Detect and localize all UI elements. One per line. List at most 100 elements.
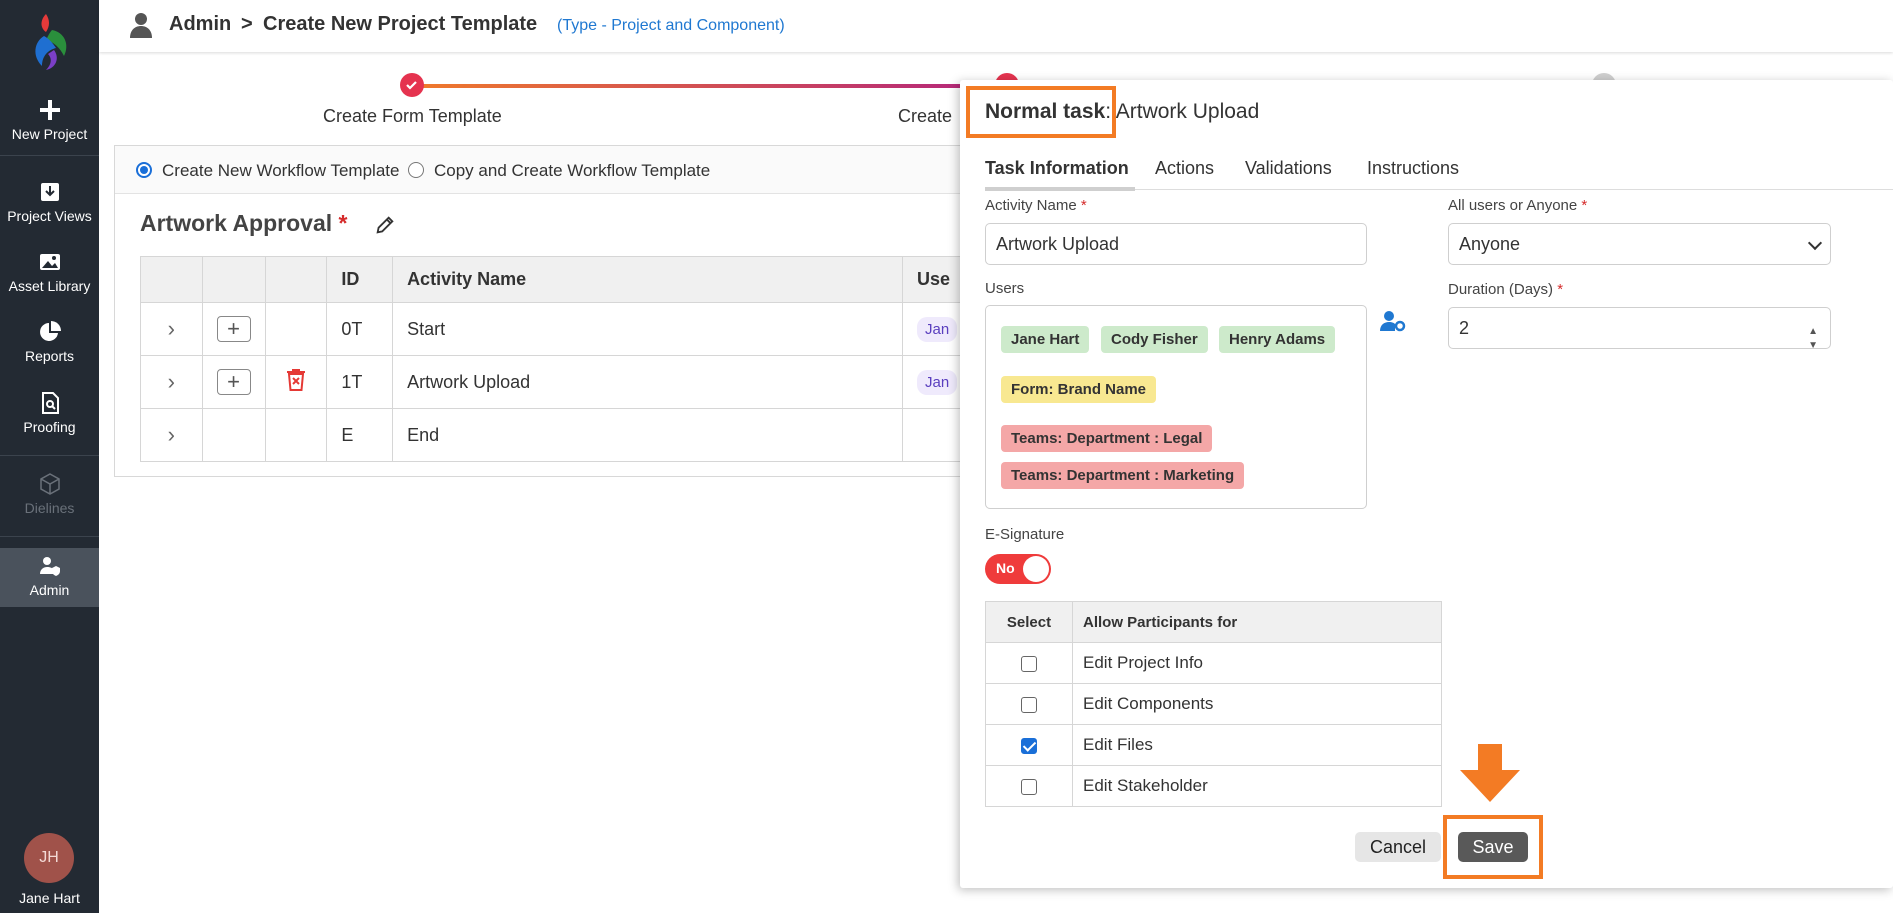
- pencil-icon[interactable]: [374, 214, 396, 236]
- chevron-right-icon[interactable]: ›: [168, 422, 175, 447]
- user-name: Jane Hart: [19, 890, 80, 906]
- table-row: Edit Stakeholder: [985, 765, 1442, 807]
- duration-input[interactable]: 2 ▲ ▼: [1448, 307, 1831, 351]
- document-search-icon: [41, 392, 59, 414]
- table-header-row: Select Allow Participants for: [985, 601, 1442, 643]
- add-activity-button[interactable]: +: [216, 369, 251, 395]
- tab-task-information[interactable]: Task Information: [985, 158, 1129, 179]
- col-allow-participants: Allow Participants for: [1072, 601, 1442, 643]
- nav-label: Project Views: [7, 208, 92, 224]
- duration-value: 2: [1459, 318, 1470, 338]
- checkbox-edit-stakeholder[interactable]: [1021, 778, 1037, 795]
- workflow-title-text: Artwork Approval: [140, 210, 333, 236]
- required-mark: *: [1557, 281, 1564, 298]
- template-type-note: (Type - Project and Component): [557, 17, 785, 34]
- avatar[interactable]: JH: [24, 833, 74, 883]
- workflow-card: Create New Workflow Template Copy and Cr…: [114, 145, 974, 477]
- select-value: Anyone: [1459, 234, 1521, 254]
- users-field[interactable]: Jane Hart Cody Fisher Henry Adams Form: …: [985, 305, 1367, 509]
- label-text: Duration (Days): [1448, 281, 1554, 298]
- task-type-highlight: [966, 86, 1116, 138]
- nav-reports[interactable]: Reports: [0, 320, 99, 364]
- user-icon: [130, 13, 152, 38]
- select-cell: [985, 724, 1073, 766]
- permission-label: Edit Stakeholder: [1072, 765, 1442, 807]
- nav-label: Proofing: [23, 419, 76, 435]
- nav-asset-library[interactable]: Asset Library: [0, 250, 99, 294]
- col-delete: [264, 256, 328, 303]
- checkbox-edit-components[interactable]: [1021, 696, 1037, 713]
- nav-label: Admin: [29, 582, 70, 598]
- add-cell: [201, 408, 266, 462]
- tab-validations[interactable]: Validations: [1245, 158, 1332, 179]
- add-activity-button[interactable]: +: [216, 316, 251, 342]
- add-cell: +: [201, 355, 266, 409]
- form-tag: Form: Brand Name: [1001, 376, 1157, 403]
- spin-down-icon[interactable]: ▼: [1808, 326, 1818, 366]
- arrow-down-icon: [1460, 744, 1520, 802]
- stepper-progress-line: [412, 84, 1002, 88]
- delete-cell: [264, 302, 328, 356]
- table-row: › + 1T Artwork Upload Jan: [140, 355, 974, 409]
- nav-project-views[interactable]: Project Views: [0, 180, 99, 224]
- nav-dielines: Dielines: [0, 472, 99, 516]
- chevron-right-icon[interactable]: ›: [168, 369, 175, 394]
- users-label: Users: [985, 280, 1025, 297]
- active-tab-indicator: [985, 187, 1135, 191]
- col-id: ID: [326, 256, 394, 303]
- add-cell: +: [201, 302, 266, 356]
- select-cell: [985, 765, 1073, 807]
- expand-cell[interactable]: ›: [140, 355, 203, 409]
- cancel-button[interactable]: Cancel: [1355, 832, 1441, 862]
- save-highlight: [1443, 815, 1543, 879]
- trash-icon[interactable]: [286, 368, 306, 392]
- radio-label-create-new[interactable]: Create New Workflow Template: [162, 161, 399, 181]
- breadcrumb-admin[interactable]: Admin: [169, 13, 231, 36]
- duration-label: Duration (Days) *: [1448, 281, 1563, 298]
- radio-label-copy-create[interactable]: Copy and Create Workflow Template: [434, 161, 710, 181]
- chevron-right-icon[interactable]: ›: [168, 316, 175, 341]
- delete-cell: [264, 408, 328, 462]
- row-activity-name: End: [392, 408, 903, 462]
- label-text: All users or Anyone: [1448, 197, 1578, 214]
- table-row: › E End: [140, 408, 974, 462]
- page-title: Create New Project Template: [263, 13, 538, 35]
- select-cell: [985, 642, 1073, 684]
- table-row: Edit Components: [985, 683, 1442, 725]
- image-icon: [39, 254, 60, 270]
- activity-name-input[interactable]: Artwork Upload: [985, 223, 1367, 265]
- expand-cell[interactable]: ›: [140, 408, 203, 462]
- tab-actions[interactable]: Actions: [1155, 158, 1214, 179]
- user-chip: Jan: [916, 369, 958, 395]
- nav-proofing[interactable]: Proofing: [0, 391, 99, 435]
- esignature-toggle[interactable]: No: [985, 554, 1051, 584]
- nav-label: New Project: [11, 126, 88, 142]
- radio-copy-create[interactable]: [408, 162, 424, 178]
- table-row: Edit Project Info: [985, 642, 1442, 684]
- permission-label: Edit Components: [1072, 683, 1442, 725]
- user-tag: Jane Hart: [1001, 326, 1090, 353]
- step-label-workflow: Create: [898, 106, 953, 126]
- user-settings-icon[interactable]: [1380, 310, 1406, 332]
- checkbox-edit-project-info[interactable]: [1021, 655, 1037, 672]
- step-done-icon: [400, 73, 424, 97]
- sidebar: New Project Project Views Asset Library …: [0, 0, 99, 913]
- required-mark: *: [1080, 197, 1087, 214]
- step-label-form: Create Form Template: [323, 106, 502, 126]
- tab-bar: Task Information Actions Validations Ins…: [985, 146, 1893, 191]
- checkbox-edit-files[interactable]: [1021, 737, 1037, 754]
- nav-admin[interactable]: Admin: [0, 548, 99, 607]
- all-users-select[interactable]: Anyone: [1448, 223, 1831, 265]
- cube-icon: [39, 473, 60, 495]
- nav-label: Reports: [24, 348, 75, 364]
- nav-label: Dielines: [24, 500, 75, 516]
- radio-create-new[interactable]: [136, 162, 152, 178]
- pie-chart-icon: [39, 321, 61, 341]
- table-row: › + 0T Start Jan: [140, 302, 974, 356]
- nav-new-project[interactable]: New Project: [0, 98, 99, 142]
- label-text: Activity Name: [985, 197, 1077, 214]
- chevron-down-icon: [1807, 235, 1823, 251]
- expand-cell[interactable]: ›: [140, 302, 203, 356]
- permission-label: Edit Files: [1072, 724, 1442, 766]
- tab-instructions[interactable]: Instructions: [1367, 158, 1459, 179]
